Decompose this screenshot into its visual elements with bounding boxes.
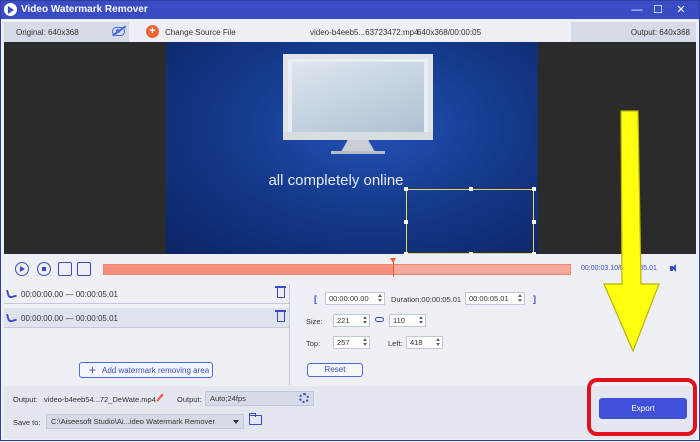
hide-preview-eye-icon[interactable] [112, 27, 125, 36]
output-format-label: Output: [177, 395, 202, 404]
video-frame: all completely online [166, 42, 538, 254]
maximize-button[interactable]: ☐ [650, 2, 666, 18]
range-time-text: 00:00:00.00 — 00:00:05.01 [21, 290, 118, 299]
stop-icon[interactable] [37, 262, 51, 276]
plus-icon: + [89, 363, 97, 377]
video-preview: all completely online [4, 42, 696, 254]
range-item[interactable]: 00:00:00.00 — 00:00:05.01 [4, 308, 289, 328]
resize-handle[interactable] [404, 220, 408, 224]
output-filename: video-b4eeb54...72_DeWate.mp4 [44, 395, 156, 404]
duration-label: Duration:00:00:05.01 [391, 295, 462, 304]
save-path-select[interactable]: C:\Aiseesoft Studio\Ai...ideo Watermark … [46, 414, 244, 429]
timeline-progress [104, 265, 393, 274]
save-path-value: C:\Aiseesoft Studio\Ai...ideo Watermark … [51, 417, 215, 426]
area-settings-panel: [ 00:00:00.00 Duration:00:00:05.01 00:00… [290, 284, 696, 385]
width-input[interactable]: 221 [333, 314, 370, 327]
add-area-label: Add watermark removing area [102, 366, 210, 375]
plus-circle-icon[interactable]: + [146, 25, 159, 38]
height-value: 110 [393, 316, 405, 325]
range-item[interactable]: 00:00:00.00 — 00:00:05.01 [4, 284, 289, 304]
monitor-image [283, 54, 433, 154]
window-title: Video Watermark Remover [21, 4, 148, 15]
volume-icon[interactable] [670, 264, 680, 273]
end-time-input[interactable]: 00:00:05.01 [465, 292, 525, 305]
end-time-value: 00:00:05.01 [469, 294, 509, 303]
app-logo-icon [4, 3, 17, 16]
minimize-button[interactable]: — [629, 2, 645, 18]
brush-icon [5, 287, 18, 300]
timeline-bar: 00:00:03.10/00:00:05.01 [4, 254, 696, 284]
spinner-icon[interactable] [518, 294, 523, 303]
source-file-info: 640x368/00:00:05 [417, 28, 482, 37]
spinner-icon[interactable] [363, 338, 368, 347]
spinner-icon[interactable] [419, 316, 424, 325]
range-list-panel: 00:00:00.00 — 00:00:05.01 00:00:00.00 — … [4, 284, 289, 385]
output-format-select[interactable]: Auto;24fps [205, 391, 314, 406]
reset-button[interactable]: Reset [307, 363, 363, 377]
left-input[interactable]: 418 [406, 336, 443, 349]
start-time-input[interactable]: 00:00:00.00 [325, 292, 385, 305]
top-input[interactable]: 257 [333, 336, 370, 349]
spinner-icon[interactable] [436, 338, 441, 347]
set-start-icon[interactable] [58, 262, 72, 276]
resize-handle[interactable] [532, 187, 536, 191]
folder-icon[interactable] [248, 413, 262, 425]
edit-pen-icon[interactable] [156, 393, 164, 402]
left-label: Left: [388, 339, 403, 348]
watermark-selection-box[interactable] [404, 187, 536, 254]
height-input[interactable]: 110 [389, 314, 426, 327]
resize-handle[interactable] [532, 220, 536, 224]
video-caption-text: all completely online [268, 172, 404, 189]
close-button[interactable]: ✕ [673, 2, 689, 18]
output-tab: Output: 640x368 [571, 22, 696, 42]
spinner-icon[interactable] [363, 316, 368, 325]
original-tab: Original: 640x368 [4, 22, 129, 42]
chevron-down-icon [233, 420, 239, 424]
timeline-track[interactable] [103, 264, 571, 275]
change-source-file-button[interactable]: Change Source File [165, 28, 236, 37]
title-bar: Video Watermark Remover — ☐ ✕ [1, 1, 699, 19]
play-icon[interactable] [15, 262, 29, 276]
trash-icon[interactable] [275, 310, 286, 322]
left-value: 418 [410, 338, 423, 347]
set-end-icon[interactable] [77, 262, 91, 276]
add-watermark-area-button[interactable]: + Add watermark removing area [79, 362, 213, 378]
set-end-bracket-button[interactable]: ] [533, 294, 536, 304]
save-to-label: Save to: [13, 418, 41, 427]
output-format-value: Auto;24fps [210, 394, 246, 403]
info-bar: Original: 640x368 + Change Source File v… [4, 22, 696, 42]
time-readout: 00:00:03.10/00:00:05.01 [581, 265, 657, 272]
output-size-label: Output: 640x368 [630, 28, 690, 37]
export-button[interactable]: Export [599, 398, 687, 419]
spinner-icon[interactable] [378, 294, 383, 303]
top-value: 257 [337, 338, 350, 347]
link-aspect-icon[interactable] [375, 317, 384, 322]
top-label: Top: [306, 339, 321, 348]
app-window: Video Watermark Remover — ☐ ✕ Original: … [0, 0, 700, 441]
output-file-label: Output: [13, 395, 38, 404]
start-time-value: 00:00:00.00 [329, 294, 369, 303]
source-filename: video-b4eeb5...63723472.mp4 [310, 28, 419, 37]
brush-icon [5, 311, 18, 324]
gear-icon[interactable] [299, 393, 309, 403]
resize-handle[interactable] [404, 187, 408, 191]
range-time-text: 00:00:00.00 — 00:00:05.01 [21, 314, 118, 323]
trash-icon[interactable] [275, 286, 286, 298]
set-start-bracket-button[interactable]: [ [314, 294, 317, 304]
original-size-label: Original: 640x368 [16, 28, 79, 37]
resize-handle[interactable] [469, 187, 473, 191]
playhead-marker[interactable] [390, 258, 397, 277]
size-label: Size: [306, 317, 323, 326]
width-value: 221 [337, 316, 350, 325]
